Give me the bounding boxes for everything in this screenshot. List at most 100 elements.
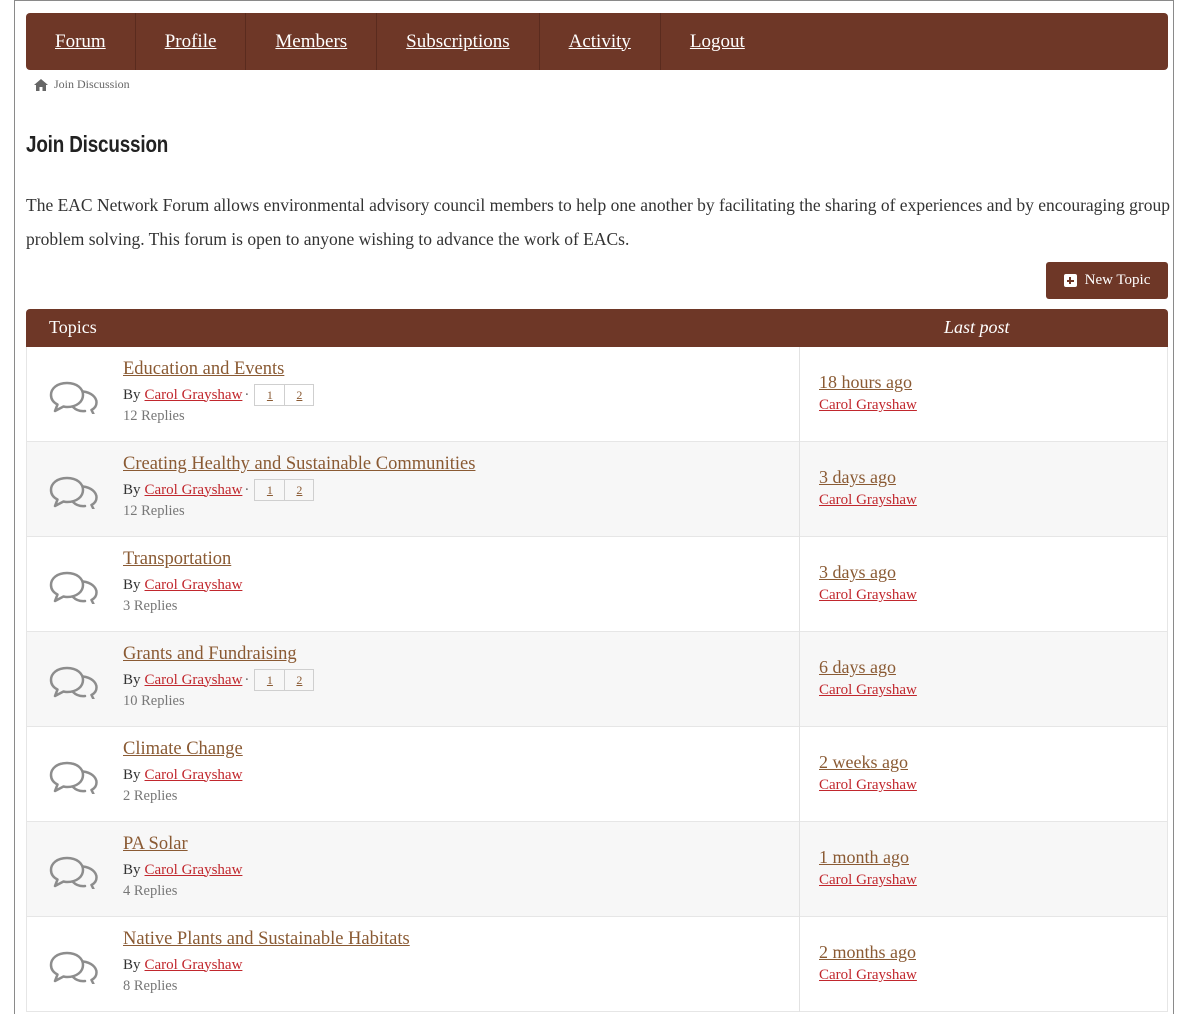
page-link-1[interactable]: 1: [255, 480, 284, 500]
column-divider: [799, 917, 800, 1012]
author-link[interactable]: Carol Grayshaw: [145, 672, 243, 689]
last-post-time-link[interactable]: 2 weeks ago: [819, 752, 908, 773]
page-link-1[interactable]: 1: [255, 385, 284, 405]
topic-pager: 12: [254, 384, 315, 406]
by-label: By: [123, 386, 141, 403]
topic-title-link[interactable]: Education and Events: [123, 359, 284, 380]
plus-square-icon: [1063, 274, 1077, 287]
author-link[interactable]: Carol Grayshaw: [145, 862, 243, 879]
nav-logout[interactable]: Logout: [661, 13, 774, 70]
last-post-author-link[interactable]: Carol Grayshaw: [819, 777, 917, 794]
topic-title-link[interactable]: Native Plants and Sustainable Habitats: [123, 929, 410, 950]
home-icon[interactable]: [34, 78, 48, 91]
last-post-time-link[interactable]: 3 days ago: [819, 467, 896, 488]
separator-dot: ·: [244, 386, 250, 403]
pager-wrap: · 1 2: [242, 384, 315, 406]
topic-byline: By Carol Grayshaw · 1 2: [123, 479, 315, 501]
author-link[interactable]: Carol Grayshaw: [145, 482, 243, 499]
last-post-time-link[interactable]: 6 days ago: [819, 657, 896, 678]
author-link[interactable]: Carol Grayshaw: [145, 387, 243, 404]
reply-count: 2 Replies: [123, 788, 178, 804]
nav-forum[interactable]: Forum: [26, 13, 136, 70]
separator-dot: ·: [244, 481, 250, 498]
topic-title-link[interactable]: Climate Change: [123, 739, 243, 760]
topic-byline: By Carol Grayshaw: [123, 954, 242, 976]
column-divider: [799, 632, 800, 727]
new-topic-label: New Topic: [1084, 272, 1151, 288]
column-divider: [799, 727, 800, 822]
reply-count: 12 Replies: [123, 408, 185, 424]
separator-dot: ·: [244, 671, 250, 688]
by-label: By: [123, 956, 141, 973]
topic-byline: By Carol Grayshaw: [123, 574, 242, 596]
last-post-author-link[interactable]: Carol Grayshaw: [819, 492, 917, 509]
topic-byline: By Carol Grayshaw: [123, 764, 242, 786]
topic-byline: By Carol Grayshaw: [123, 859, 242, 881]
topic-rows: Education and Events By Carol Grayshaw ·…: [26, 347, 1168, 1012]
topic-row: Transportation By Carol Grayshaw 3 Repli…: [26, 537, 1168, 632]
pager-wrap: · 1 2: [242, 669, 315, 691]
last-post-author-link[interactable]: Carol Grayshaw: [819, 682, 917, 699]
by-label: By: [123, 576, 141, 593]
topic-row: PA Solar By Carol Grayshaw 4 Replies 1 m…: [26, 822, 1168, 917]
last-post-time-link[interactable]: 18 hours ago: [819, 372, 912, 393]
topic-row: Climate Change By Carol Grayshaw 2 Repli…: [26, 727, 1168, 822]
topic-title-link[interactable]: PA Solar: [123, 834, 188, 855]
topic-row: Creating Healthy and Sustainable Communi…: [26, 442, 1168, 537]
last-post-author-link[interactable]: Carol Grayshaw: [819, 587, 917, 604]
author-link[interactable]: Carol Grayshaw: [145, 577, 243, 594]
chat-bubbles-icon: [49, 951, 98, 984]
chat-bubbles-icon: [49, 666, 98, 699]
nav-profile[interactable]: Profile: [136, 13, 247, 70]
chat-bubbles-icon: [49, 761, 98, 794]
nav-subscriptions[interactable]: Subscriptions: [377, 13, 540, 70]
header-last-post: Last post: [944, 317, 1010, 337]
header-topics: Topics: [49, 317, 97, 337]
reply-count: 3 Replies: [123, 598, 178, 614]
last-post-time-link[interactable]: 2 months ago: [819, 942, 916, 963]
topics-table: Topics Last post Education and Events By…: [26, 309, 1168, 1012]
breadcrumb-current: Join Discussion: [54, 77, 130, 91]
chat-bubbles-icon: [49, 381, 98, 414]
chat-bubbles-icon: [49, 476, 98, 509]
by-label: By: [123, 671, 141, 688]
page-link-1[interactable]: 1: [255, 670, 284, 690]
column-divider: [799, 537, 800, 632]
topic-byline: By Carol Grayshaw · 1 2: [123, 384, 315, 406]
nav-activity[interactable]: Activity: [540, 13, 661, 70]
page-link-2[interactable]: 2: [284, 385, 313, 405]
last-post-time-link[interactable]: 1 month ago: [819, 847, 909, 868]
topic-title-link[interactable]: Creating Healthy and Sustainable Communi…: [123, 454, 475, 475]
reply-count: 10 Replies: [123, 693, 185, 709]
reply-count: 12 Replies: [123, 503, 185, 519]
column-divider: [799, 822, 800, 917]
forum-description: The EAC Network Forum allows environment…: [26, 195, 1170, 249]
chat-bubbles-icon: [49, 856, 98, 889]
pager-wrap: · 1 2: [242, 479, 315, 501]
author-link[interactable]: Carol Grayshaw: [145, 957, 243, 974]
page-title: Join Discussion: [26, 131, 169, 157]
topic-row: Native Plants and Sustainable Habitats B…: [26, 917, 1168, 1012]
table-header: Topics Last post: [26, 309, 1168, 347]
topic-row: Grants and Fundraising By Carol Grayshaw…: [26, 632, 1168, 727]
by-label: By: [123, 861, 141, 878]
topic-title-link[interactable]: Grants and Fundraising: [123, 644, 297, 665]
last-post-author-link[interactable]: Carol Grayshaw: [819, 967, 917, 984]
reply-count: 4 Replies: [123, 883, 178, 899]
topic-pager: 12: [254, 669, 315, 691]
by-label: By: [123, 481, 141, 498]
topic-byline: By Carol Grayshaw · 1 2: [123, 669, 315, 691]
reply-count: 8 Replies: [123, 978, 178, 994]
topic-title-link[interactable]: Transportation: [123, 549, 231, 570]
author-link[interactable]: Carol Grayshaw: [145, 767, 243, 784]
page-link-2[interactable]: 2: [284, 480, 313, 500]
last-post-author-link[interactable]: Carol Grayshaw: [819, 872, 917, 889]
last-post-author-link[interactable]: Carol Grayshaw: [819, 397, 917, 414]
new-topic-button[interactable]: New Topic: [1046, 262, 1168, 299]
page-link-2[interactable]: 2: [284, 670, 313, 690]
main-nav: Forum Profile Members Subscriptions Acti…: [26, 13, 1168, 70]
chat-bubbles-icon: [49, 571, 98, 604]
column-divider: [799, 347, 800, 442]
nav-members[interactable]: Members: [246, 13, 378, 70]
last-post-time-link[interactable]: 3 days ago: [819, 562, 896, 583]
